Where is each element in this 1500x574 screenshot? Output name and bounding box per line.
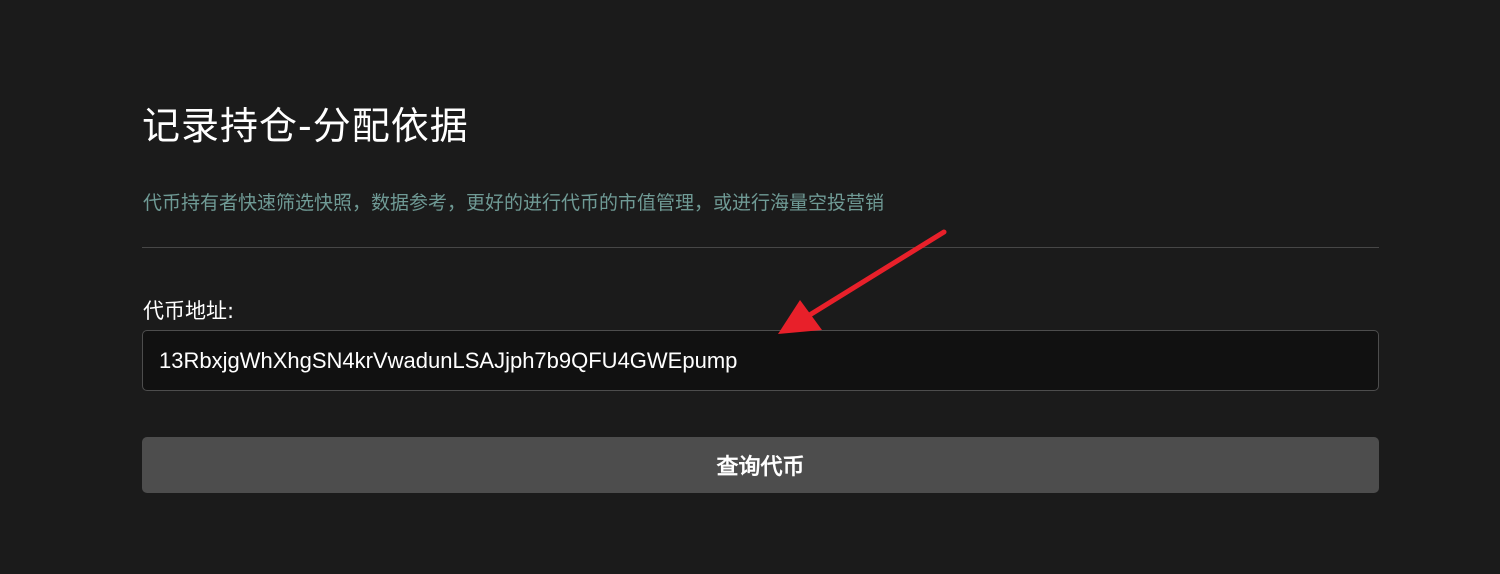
arrow-head — [778, 300, 822, 334]
page-title: 记录持仓-分配依据 — [142, 104, 469, 148]
page-subtitle: 代币持有者快速筛选快照，数据参考，更好的进行代币的市值管理，或进行海量空投营销 — [143, 192, 885, 214]
arrow-shaft — [805, 229, 947, 319]
query-token-button[interactable]: 查询代币 — [142, 437, 1379, 493]
page: 记录持仓-分配依据 代币持有者快速筛选快照，数据参考，更好的进行代币的市值管理，… — [0, 0, 1500, 574]
address-label: 代币地址: — [143, 299, 235, 323]
token-address-input[interactable] — [142, 330, 1379, 391]
divider — [142, 247, 1379, 248]
